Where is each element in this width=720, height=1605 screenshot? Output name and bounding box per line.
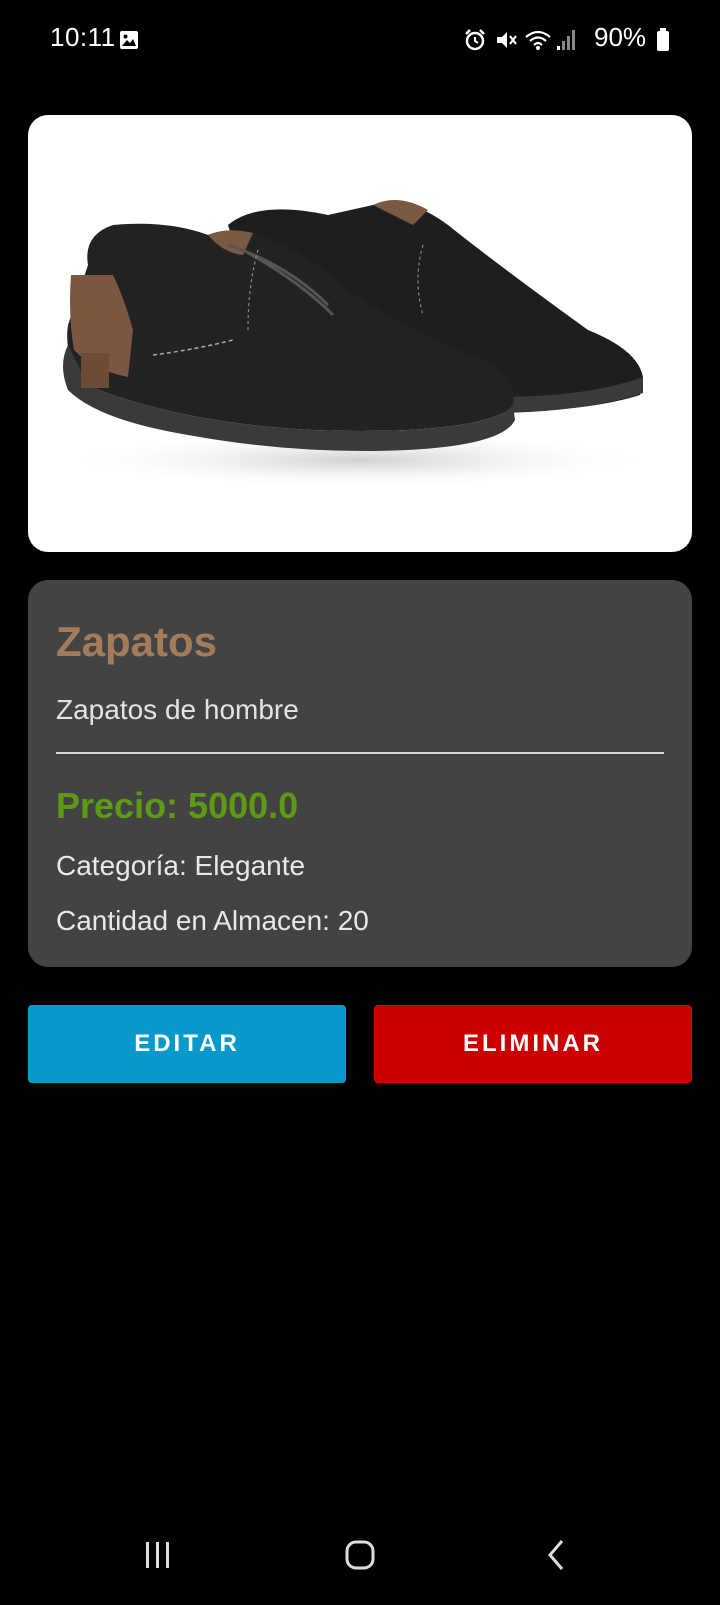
status-bar: 10:11 90%	[0, 0, 720, 80]
product-description: Zapatos de hombre	[56, 694, 299, 725]
battery-icon	[657, 28, 669, 51]
gallery-icon	[120, 31, 138, 49]
delete-button[interactable]: ELIMINAR	[374, 1005, 692, 1083]
product-price: Precio: 5000.0	[56, 785, 299, 826]
product-image	[28, 115, 692, 552]
recent-apps-icon	[146, 1542, 169, 1568]
signal-icon	[557, 30, 575, 50]
recent-apps-button[interactable]	[98, 1510, 218, 1600]
status-time: 10:11	[50, 22, 116, 52]
divider	[56, 752, 664, 754]
navigation-bar	[0, 1510, 720, 1600]
edit-button[interactable]: EDITAR	[28, 1005, 346, 1083]
shoe-image	[48, 200, 668, 490]
alarm-icon	[465, 29, 485, 51]
mute-icon	[497, 32, 517, 48]
back-button[interactable]	[505, 1510, 625, 1600]
home-icon	[345, 1540, 375, 1570]
product-title: Zapatos	[56, 618, 218, 665]
wifi-icon	[525, 30, 551, 50]
product-stock: Cantidad en Almacen: 20	[56, 905, 369, 936]
product-category: Categoría: Elegante	[56, 850, 306, 881]
home-button[interactable]	[300, 1510, 420, 1600]
battery-percentage: 90%	[594, 22, 647, 52]
back-icon	[548, 1540, 564, 1570]
product-info-card: Zapatos Zapatos de hombre Precio: 5000.0…	[28, 580, 692, 967]
